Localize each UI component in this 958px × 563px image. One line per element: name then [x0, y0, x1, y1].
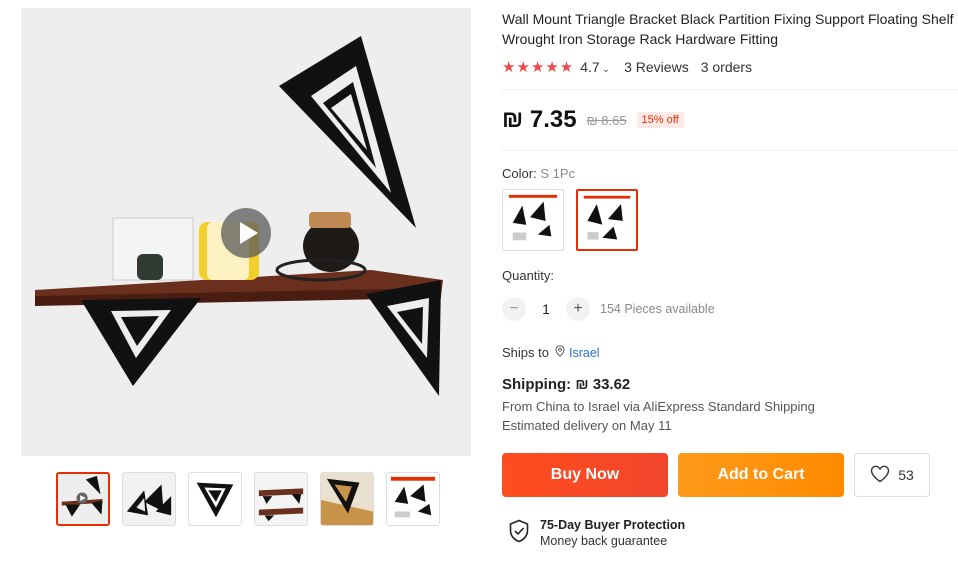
thumbnail-image: [189, 473, 241, 525]
play-icon: [239, 222, 258, 244]
swatch-image: [505, 192, 561, 248]
color-selected-value: S 1Pc: [540, 166, 575, 181]
thumbnail-image: [321, 473, 373, 525]
rating-row: ★★★★★ 4.7 ⌄ 3 Reviews 3 orders: [502, 58, 752, 76]
thumbnail-image: [123, 473, 175, 525]
quantity-label: Quantity:: [502, 268, 555, 283]
shipping-route: From China to Israel via AliExpress Stan…: [502, 399, 815, 414]
color-swatch-2[interactable]: [576, 189, 638, 251]
thumbnail-strip: [56, 472, 440, 526]
heart-icon: [870, 465, 890, 486]
product-title: Wall Mount Triangle Bracket Black Partit…: [502, 11, 954, 47]
ships-to-row: Ships to Israel: [502, 345, 600, 360]
divider: [502, 150, 958, 151]
current-price: ₪ 7.35: [502, 106, 577, 133]
location-pin-icon: [555, 345, 565, 360]
thumbnail-1[interactable]: [56, 472, 110, 526]
play-video-button[interactable]: [221, 208, 271, 258]
buyer-protection: 75-Day Buyer Protection Money back guara…: [508, 518, 685, 548]
swatch-image: [580, 193, 634, 247]
rating-value[interactable]: 4.7 ⌄: [580, 59, 610, 75]
thumbnail-5[interactable]: [320, 472, 374, 526]
star-icon: ★★★★★: [502, 59, 575, 76]
color-swatches: [502, 189, 638, 251]
wishlist-button[interactable]: 53: [854, 453, 930, 497]
orders-count: 3 orders: [700, 59, 753, 75]
original-price: ₪ 8.65: [586, 112, 627, 128]
thumbnail-image: [255, 473, 307, 525]
discount-badge: 15% off: [636, 112, 684, 128]
protection-title: 75-Day Buyer Protection: [540, 518, 686, 532]
shield-check-icon: [508, 519, 530, 548]
quantity-input[interactable]: 1: [526, 301, 566, 317]
thumbnail-2[interactable]: [122, 472, 176, 526]
thumbnail-3[interactable]: [188, 472, 242, 526]
thumbnail-4[interactable]: [254, 472, 308, 526]
color-label: Color: S 1Pc: [502, 166, 575, 181]
color-swatch-1[interactable]: [502, 189, 564, 251]
price-row: ₪ 7.35 ₪ 8.65 15% off: [502, 106, 684, 134]
quantity-decrease-button[interactable]: −: [502, 297, 526, 321]
quantity-increase-button[interactable]: +: [566, 297, 590, 321]
protection-subtitle: Money back guarantee: [540, 534, 668, 548]
main-product-image[interactable]: [21, 8, 471, 456]
estimated-delivery: Estimated delivery on May 11: [502, 418, 672, 433]
reviews-link[interactable]: 3 Reviews: [624, 59, 689, 75]
thumbnail-6[interactable]: [386, 472, 440, 526]
divider: [502, 89, 958, 90]
shipping-cost: Shipping: ₪ 33.62: [502, 376, 631, 393]
thumbnail-image: [387, 473, 439, 525]
wishlist-count: 53: [898, 467, 914, 483]
ships-to-country-link[interactable]: Israel: [569, 346, 600, 360]
stock-available: 154 Pieces available: [600, 302, 715, 316]
product-details: Wall Mount Triangle Bracket Black Partit…: [502, 0, 958, 563]
thumbnail-image: [58, 474, 108, 524]
buy-now-button[interactable]: Buy Now: [502, 453, 668, 497]
action-buttons: Buy Now Add to Cart 53: [502, 453, 930, 497]
chevron-down-icon: ⌄: [601, 64, 611, 75]
quantity-stepper: − 1 + 154 Pieces available: [502, 297, 715, 321]
add-to-cart-button[interactable]: Add to Cart: [678, 453, 844, 497]
